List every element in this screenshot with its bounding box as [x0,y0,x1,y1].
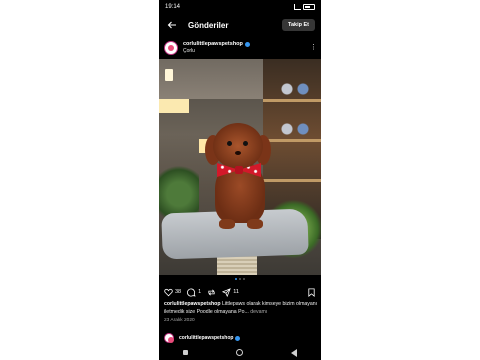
status-icons [294,4,315,10]
follow-button[interactable]: Takip Et [282,19,315,31]
carousel-dot [239,278,241,280]
back-arrow-icon[interactable] [165,18,179,32]
puppy-nose [235,151,241,155]
shelf-line [263,179,321,182]
like-action[interactable]: 38 [164,288,181,297]
nav-back-icon[interactable] [291,348,297,357]
puppy-eye [243,141,248,146]
user-block: corlulittlepawspetshop Çorlu [183,41,310,55]
repost-action[interactable] [207,288,216,297]
post-photo[interactable] [159,59,321,275]
bookmark-icon[interactable] [307,287,316,297]
like-count: 38 [175,289,182,295]
shelf-items [275,121,315,137]
status-bar: 19:14 [159,0,321,14]
save-action[interactable] [307,287,316,297]
shelf-line [263,139,321,142]
instagram-app: 19:14 Gönderiler Takip Et corlulittlepaw… [159,0,321,360]
system-nav-bar [159,345,321,360]
caption-username[interactable]: corlulittlepawspetshop [164,301,221,307]
action-bar: 38 1 11 [159,285,321,299]
carousel-dot [235,278,237,280]
photo-light [159,99,189,113]
puppy-eye [227,141,232,146]
carousel-dots [159,278,321,282]
send-icon[interactable] [222,287,232,297]
photo-light [165,69,173,81]
avatar[interactable] [164,333,174,343]
more-icon[interactable]: ⋮ [310,44,317,51]
share-count: 11 [233,289,239,295]
bow-tie-knot [235,166,243,174]
top-bar: Gönderiler Takip Et [159,15,321,35]
recent-apps-icon[interactable] [183,350,188,355]
location[interactable]: Çorlu [183,48,310,55]
puppy-head [213,123,263,169]
share-action[interactable]: 11 [222,287,239,297]
status-time: 19:14 [165,4,181,10]
username[interactable]: corlulittlepawspetshop [179,335,233,341]
carousel-dot [243,278,245,280]
shelf-line [263,99,321,102]
verified-badge-icon [244,42,250,47]
post-date: 23 Aralık 2020 [164,318,195,323]
post-caption: corlulittlepawspetshop Littlepaws olarak… [164,301,318,316]
username-row[interactable]: corlulittlepawspetshop [183,41,310,48]
shelf-items [275,81,315,97]
next-post-username[interactable]: corlulittlepawspetshop [179,335,241,341]
signal-icon [294,4,301,10]
battery-icon [303,4,315,10]
page-title: Gönderiler [188,20,229,30]
avatar[interactable] [164,41,178,55]
puppy-paw [219,219,235,229]
comment-action[interactable]: 1 [187,288,201,297]
verified-badge-icon [235,335,241,341]
home-icon[interactable] [236,349,243,356]
heart-icon[interactable] [164,288,173,297]
post-header: corlulittlepawspetshop Çorlu ⋮ [159,39,321,57]
username[interactable]: corlulittlepawspetshop [183,41,243,48]
caption-more-link[interactable]: devamı [250,309,267,315]
next-post-header: corlulittlepawspetshop [159,331,321,345]
repost-icon[interactable] [207,288,216,297]
comment-count: 1 [198,289,202,295]
puppy-paw [247,219,263,229]
comment-icon[interactable] [187,288,196,297]
